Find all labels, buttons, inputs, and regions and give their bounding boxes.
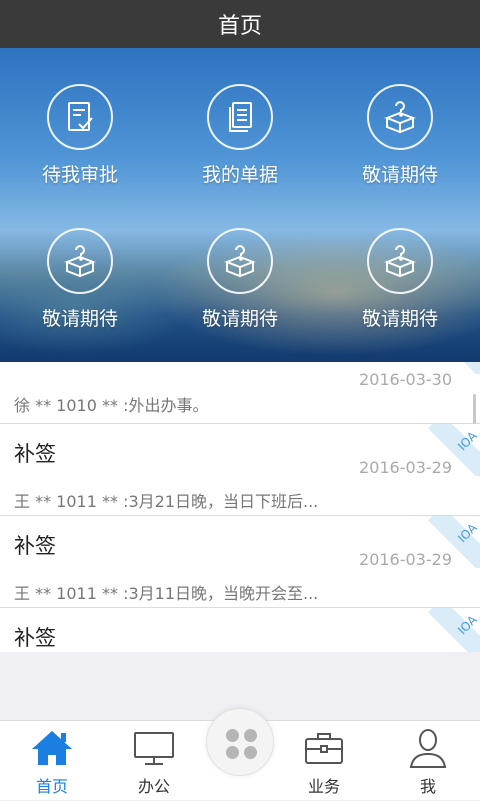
item-title: 补签 [14,442,56,466]
grid-item-coming-soon-4[interactable]: 敬请期待 [320,192,480,342]
tab-label: 办公 [137,777,170,796]
tab-office[interactable]: 办公 [106,721,202,801]
monitor-icon [134,732,174,765]
ioa-badge: IOA [428,516,480,568]
center-action-button[interactable] [206,708,274,776]
grid-item-label: 敬请期待 [361,164,438,186]
grid-item-label: 待我审批 [41,164,118,186]
grid-item-coming-soon-2[interactable]: 敬请期待 [0,192,160,342]
tab-label: 首页 [35,777,68,796]
ioa-badge: IOA [428,608,480,652]
item-desc: 王 ** 1011 ** :3月21日晚，当日下班后... [14,492,319,511]
grid-item-approve[interactable]: 待我审批 [0,48,160,198]
tab-home[interactable]: 首页 [4,721,100,801]
mystery-box-icon [207,228,273,294]
tab-me[interactable]: 我 [380,721,476,801]
function-grid: 待我审批 我的单据 敬请期待 敬请期待 敬请期待 敬请期待 [0,48,480,362]
item-desc: 徐 ** 1010 ** :外出办事。 [14,396,209,415]
tab-business[interactable]: 业务 [276,721,372,801]
item-title: 补签 [14,534,56,558]
mystery-box-icon [47,228,113,294]
mystery-box-icon [367,228,433,294]
item-title: 补签 [14,626,56,650]
grid-item-my-docs[interactable]: 我的单据 [160,48,320,198]
page-title: 首页 [217,14,262,39]
message-list[interactable]: 2016-03-30 徐 ** 1010 ** :外出办事。 补签 2016-0… [0,362,480,652]
grid-item-coming-soon-3[interactable]: 敬请期待 [160,192,320,342]
title-bar: 首页 [0,0,480,48]
grid-item-label: 敬请期待 [361,308,438,330]
list-item[interactable]: 补签 IOA [0,608,480,652]
user-icon [409,729,447,768]
grid-item-label: 我的单据 [201,164,278,186]
approve-doc-icon [47,84,113,150]
grid-item-label: 敬请期待 [201,308,278,330]
scrollbar[interactable] [473,394,476,424]
grid-item-label: 敬请期待 [41,308,118,330]
ioa-badge [428,362,480,374]
home-icon [32,731,72,765]
tab-label: 我 [419,777,436,796]
list-item[interactable]: 补签 2016-03-29 王 ** 1011 ** :3月21日晚，当日下班后… [0,424,480,516]
ioa-badge: IOA [428,424,480,476]
documents-icon [207,84,273,150]
item-desc: 王 ** 1011 ** :3月11日晚，当晚开会至... [14,584,319,603]
mystery-box-icon [367,84,433,150]
hero-banner: 待我审批 我的单据 敬请期待 敬请期待 敬请期待 敬请期待 [0,48,480,362]
tab-label: 业务 [307,777,340,796]
list-item[interactable]: 补签 2016-03-29 王 ** 1011 ** :3月11日晚，当晚开会至… [0,516,480,608]
briefcase-icon [305,733,343,764]
grid-item-coming-soon-1[interactable]: 敬请期待 [320,48,480,198]
list-item-partial[interactable]: 2016-03-30 徐 ** 1010 ** :外出办事。 [0,362,480,424]
